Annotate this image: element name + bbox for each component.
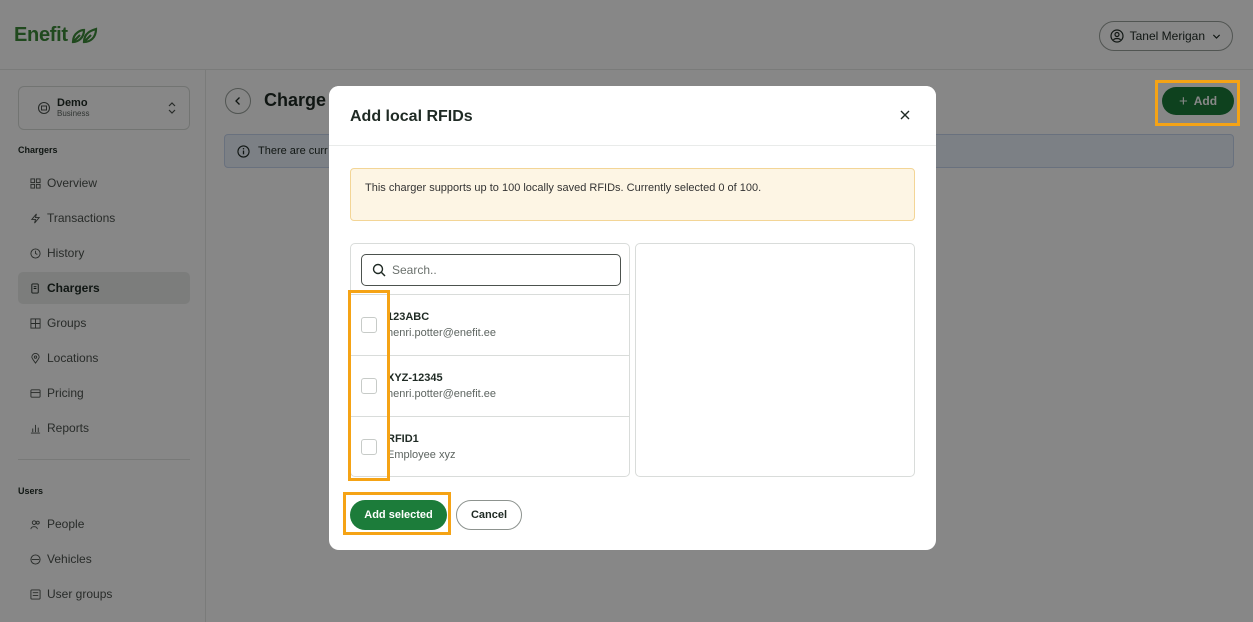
rfid-list-panel: 123ABC henri.potter@enefit.ee XYZ-12345 …	[350, 243, 630, 477]
rfid-id: RFID1	[387, 433, 419, 445]
rfid-row[interactable]: XYZ-12345 henri.potter@enefit.ee	[351, 355, 629, 416]
rfid-checkbox[interactable]	[361, 317, 377, 333]
add-rfids-dialog: Add local RFIDs This charger supports up…	[329, 86, 936, 550]
rfid-id: 123ABC	[387, 311, 430, 323]
rfid-limit-text: This charger supports up to 100 locally …	[365, 182, 762, 194]
search-input[interactable]	[392, 263, 612, 277]
cancel-button[interactable]: Cancel	[456, 500, 522, 530]
rfid-checkbox[interactable]	[361, 378, 377, 394]
add-selected-button[interactable]: Add selected	[350, 500, 447, 530]
dialog-header: Add local RFIDs	[329, 86, 936, 146]
rfid-id: XYZ-12345	[387, 372, 443, 384]
rfid-owner: henri.potter@enefit.ee	[387, 388, 497, 400]
rfid-owner: henri.potter@enefit.ee	[387, 327, 497, 339]
selected-rfids-panel	[635, 243, 915, 477]
rfid-checkbox[interactable]	[361, 439, 377, 455]
search-icon	[372, 263, 386, 277]
close-icon[interactable]	[898, 108, 912, 122]
rfid-owner: Employee xyz	[387, 449, 456, 461]
dialog-title: Add local RFIDs	[350, 108, 473, 125]
search-field[interactable]	[361, 254, 621, 286]
rfid-row[interactable]: 123ABC henri.potter@enefit.ee	[351, 294, 629, 355]
rfid-limit-warning: This charger supports up to 100 locally …	[350, 168, 915, 221]
rfid-row[interactable]: RFID1 Employee xyz	[351, 416, 629, 476]
